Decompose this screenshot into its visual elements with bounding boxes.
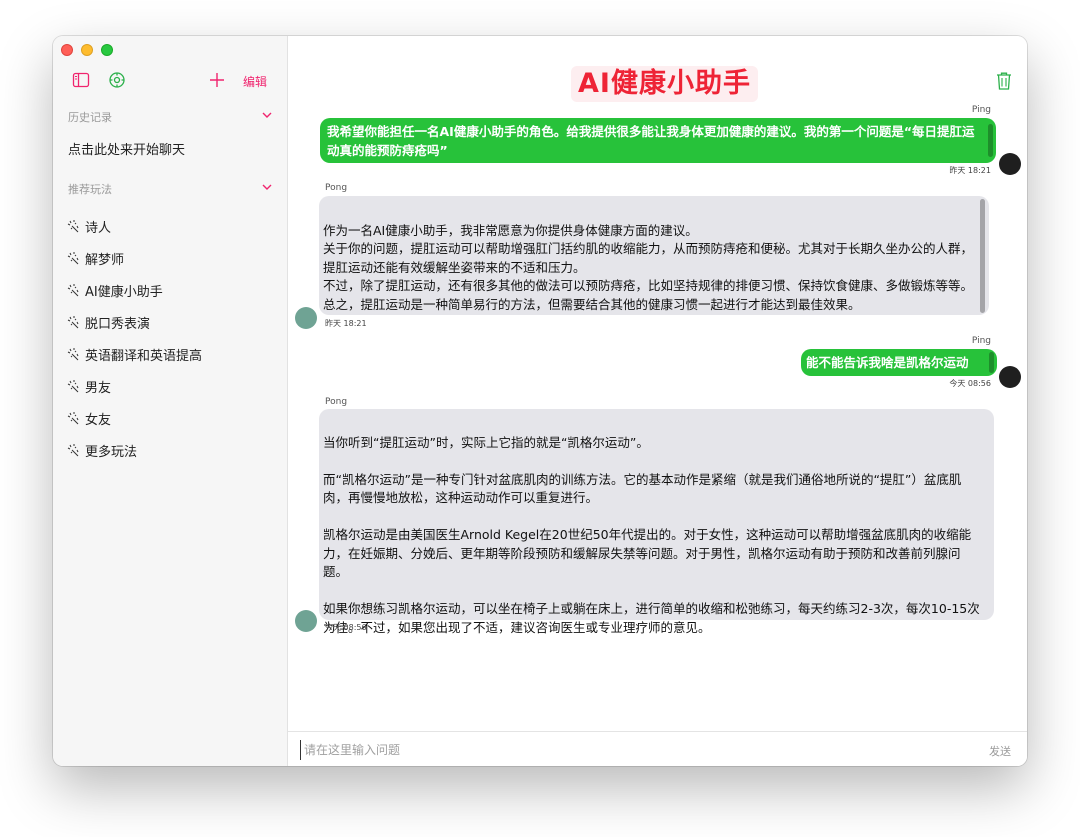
trash-icon[interactable]	[995, 71, 1013, 91]
sparkle-icon	[67, 220, 79, 233]
message-text: 能不能告诉我啥是凯格尔运动	[806, 355, 969, 370]
sparkle-icon	[67, 444, 79, 457]
history-section-label: 历史记录	[68, 111, 112, 124]
avatar	[295, 307, 317, 329]
page-title: AI健康小助手	[571, 66, 758, 102]
chat-panel: AI健康小助手 Ping 我希望你能担任一名AI健康小助手的角色。给我提供很多能…	[288, 36, 1027, 766]
settings-icon[interactable]	[108, 71, 126, 89]
sparkle-icon	[67, 412, 79, 425]
recommend-item-label: 女友	[85, 412, 112, 428]
message-text: 当你听到“提肛运动”时，实际上它指的就是“凯格尔运动”。 而“凯格尔运动”是一种…	[323, 434, 980, 635]
sparkle-icon	[67, 380, 79, 393]
recommend-section-header[interactable]: 推荐玩法	[68, 181, 273, 197]
composer: 发送	[288, 731, 1027, 766]
recommend-item-boyfriend[interactable]: 男友	[67, 370, 202, 402]
send-button[interactable]: 发送	[989, 743, 1011, 759]
recommend-item-girlfriend[interactable]: 女友	[67, 402, 202, 434]
message-time: 昨天 18:21	[949, 166, 991, 175]
sparkle-icon	[67, 284, 79, 297]
minimize-window-button[interactable]	[81, 44, 93, 56]
message-sender: Ping	[971, 336, 991, 346]
message-text: 我希望你能担任一名AI健康小助手的角色。给我提供很多能让我身体更加健康的建议。我…	[327, 124, 975, 158]
recommend-item-label: 诗人	[85, 220, 112, 236]
outgoing-message[interactable]: 能不能告诉我啥是凯格尔运动	[801, 349, 997, 376]
message-time: 今天 08:56	[325, 623, 367, 632]
recommend-item-more[interactable]: 更多玩法	[67, 434, 202, 466]
question-input[interactable]	[300, 740, 944, 760]
recommend-item-poet[interactable]: 诗人	[67, 210, 202, 242]
message-time: 今天 08:56	[949, 379, 991, 388]
plus-icon[interactable]	[208, 71, 226, 89]
message-sender: Ping	[971, 105, 991, 115]
chevron-down-icon	[262, 184, 272, 190]
recommend-item-label: 英语翻译和英语提高	[85, 348, 203, 364]
recommend-section-label: 推荐玩法	[68, 183, 112, 196]
sidebar: 编辑 历史记录 点击此处来开始聊天 推荐玩法 诗人 解梦师 AI健康小助手 脱口…	[53, 36, 288, 766]
recommend-item-label: 更多玩法	[85, 444, 138, 460]
chevron-down-icon	[262, 112, 272, 118]
incoming-message[interactable]: 作为一名AI健康小助手，我非常愿意为你提供身体健康方面的建议。 关于你的问题，提…	[319, 196, 989, 315]
recommend-item-dream-interpreter[interactable]: 解梦师	[67, 242, 202, 274]
edit-button[interactable]: 编辑	[243, 73, 267, 90]
avatar	[295, 610, 317, 632]
app-window: 编辑 历史记录 点击此处来开始聊天 推荐玩法 诗人 解梦师 AI健康小助手 脱口…	[53, 36, 1027, 766]
avatar	[999, 366, 1021, 388]
sparkle-icon	[67, 252, 79, 265]
message-sender: Pong	[325, 397, 348, 407]
avatar	[999, 153, 1021, 175]
recommend-item-talk-show[interactable]: 脱口秀表演	[67, 306, 202, 338]
message-text: 作为一名AI健康小助手，我非常愿意为你提供身体健康方面的建议。 关于你的问题，提…	[323, 222, 974, 312]
message-time: 昨天 18:21	[325, 319, 367, 328]
message-scrollbar[interactable]	[989, 352, 994, 373]
recommend-item-label: 解梦师	[85, 252, 125, 268]
message-scrollbar[interactable]	[988, 124, 993, 157]
window-controls	[61, 44, 113, 56]
history-item[interactable]: 点击此处来开始聊天	[68, 139, 185, 158]
recommend-item-health-assistant[interactable]: AI健康小助手	[67, 274, 202, 306]
sidebar-toggle-icon[interactable]	[72, 71, 90, 89]
recommend-item-english-translation[interactable]: 英语翻译和英语提高	[67, 338, 202, 370]
close-window-button[interactable]	[61, 44, 73, 56]
incoming-message[interactable]: 当你听到“提肛运动”时，实际上它指的就是“凯格尔运动”。 而“凯格尔运动”是一种…	[319, 409, 994, 635]
sparkle-icon	[67, 316, 79, 329]
recommend-item-label: 男友	[85, 380, 112, 396]
history-section-header[interactable]: 历史记录	[68, 109, 273, 125]
message-scrollbar[interactable]	[980, 199, 985, 313]
recommend-item-label: 脱口秀表演	[85, 316, 151, 332]
recommend-item-label: AI健康小助手	[85, 284, 163, 300]
outgoing-message[interactable]: 我希望你能担任一名AI健康小助手的角色。给我提供很多能让我身体更加健康的建议。我…	[320, 118, 996, 163]
zoom-window-button[interactable]	[101, 44, 113, 56]
message-sender: Pong	[325, 183, 348, 193]
recommend-list: 诗人 解梦师 AI健康小助手 脱口秀表演 英语翻译和英语提高 男友 女友 更多玩…	[67, 210, 202, 466]
sparkle-icon	[67, 348, 79, 361]
